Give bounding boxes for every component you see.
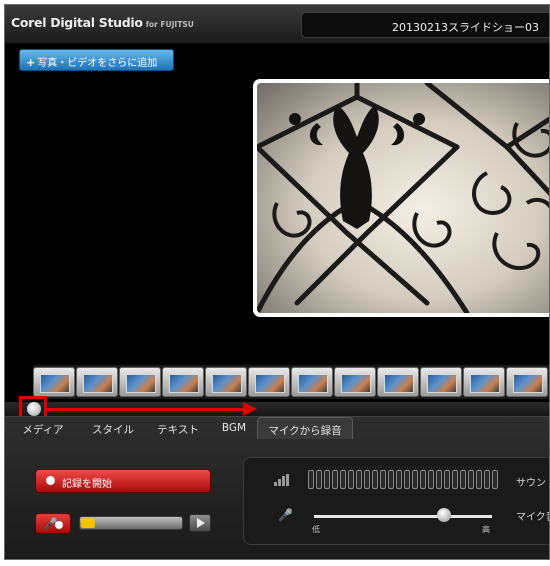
level-meter-segment xyxy=(388,470,394,489)
level-meter-segment xyxy=(372,470,378,489)
highlight-arrow xyxy=(47,408,245,411)
slide-thumbnail[interactable] xyxy=(334,367,376,397)
sound-label: サウンド xyxy=(516,478,549,489)
level-meter-segment xyxy=(452,470,458,489)
plus-icon: + xyxy=(26,56,36,69)
thumbnail-strip xyxy=(33,365,549,399)
audio-level-meter xyxy=(308,470,498,489)
bottom-panel: メディア スタイル テキスト BGM マイクから録音 記録を開始 🎤 サウン 🎤… xyxy=(5,416,549,559)
slide-thumbnail[interactable] xyxy=(205,367,247,397)
start-recording-button[interactable]: 記録を開始 xyxy=(35,469,211,493)
slide-thumbnail[interactable] xyxy=(162,367,204,397)
app-window: Corel Digital Studio for FUJITSU 20130213… xyxy=(4,4,550,560)
preview-frame xyxy=(253,79,549,317)
volume-low-label: 低 xyxy=(312,525,320,534)
add-media-button[interactable]: + 写真・ビデオをさらに追加 xyxy=(19,49,174,71)
level-meter-segment xyxy=(356,470,362,489)
tab-style[interactable]: スタイル xyxy=(81,417,145,439)
slide-thumbnail[interactable] xyxy=(463,367,505,397)
slide-thumbnail[interactable] xyxy=(248,367,290,397)
mic-record-button[interactable]: 🎤 xyxy=(35,513,71,534)
level-meter-segment xyxy=(428,470,434,489)
slide-thumbnail[interactable] xyxy=(291,367,333,397)
level-meter-segment xyxy=(484,470,490,489)
level-meter-segment xyxy=(324,470,330,489)
level-meter-segment xyxy=(460,470,466,489)
tab-bgm[interactable]: BGM xyxy=(211,417,257,439)
slide-thumbnail[interactable] xyxy=(119,367,161,397)
arrow-head-icon xyxy=(243,402,257,416)
ironwork-photo xyxy=(257,83,549,313)
signal-level-icon xyxy=(274,474,289,486)
level-meter-segment xyxy=(412,470,418,489)
play-button[interactable] xyxy=(189,514,211,532)
audio-settings-panel: サウンド 🎤 低 高 マイク音 xyxy=(243,457,549,545)
level-meter-segment xyxy=(492,470,498,489)
volume-high-label: 高 xyxy=(482,525,490,534)
brand-name: Corel Digital Studio xyxy=(11,15,143,30)
tab-mic-record[interactable]: マイクから録音 xyxy=(257,417,353,439)
record-dot-icon xyxy=(46,476,55,485)
level-meter-segment xyxy=(476,470,482,489)
level-meter-segment xyxy=(404,470,410,489)
tab-text[interactable]: テキスト xyxy=(145,417,211,439)
level-meter-segment xyxy=(316,470,322,489)
title-bar: Corel Digital Studio for FUJITSU 20130213… xyxy=(5,5,549,43)
level-meter-segment xyxy=(364,470,370,489)
project-title-field[interactable]: 20130213スライドショー03 xyxy=(301,12,549,38)
panel-tabs: メディア スタイル テキスト BGM マイクから録音 xyxy=(5,417,353,439)
level-meter-segment xyxy=(468,470,474,489)
record-dot-icon xyxy=(55,521,63,529)
app-brand: Corel Digital Studio for FUJITSU xyxy=(11,15,194,30)
level-meter-segment xyxy=(396,470,402,489)
level-meter-segment xyxy=(444,470,450,489)
brand-suffix: for FUJITSU xyxy=(145,20,194,29)
add-media-label: 写真・ビデオをさらに追加 xyxy=(37,58,158,69)
slide-thumbnail[interactable] xyxy=(506,367,548,397)
level-meter-segment xyxy=(420,470,426,489)
slide-thumbnail[interactable] xyxy=(76,367,118,397)
mic-volume-slider-knob[interactable] xyxy=(436,508,451,522)
playback-progress-bar[interactable] xyxy=(79,516,183,530)
mic-volume-slider[interactable] xyxy=(314,515,492,518)
tab-media[interactable]: メディア xyxy=(5,417,81,439)
level-meter-segment xyxy=(380,470,386,489)
level-meter-segment xyxy=(348,470,354,489)
level-meter-segment xyxy=(340,470,346,489)
playback-progress-fill xyxy=(81,518,96,528)
mic-volume-label: マイク音 xyxy=(516,512,549,523)
level-meter-segment xyxy=(332,470,338,489)
microphone-icon: 🎤 xyxy=(278,508,293,522)
slide-thumbnail[interactable] xyxy=(33,367,75,397)
slide-thumbnail[interactable] xyxy=(377,367,419,397)
start-recording-label: 記録を開始 xyxy=(62,479,112,490)
slide-thumbnail[interactable] xyxy=(420,367,462,397)
preview-image xyxy=(257,83,549,313)
level-meter-segment xyxy=(436,470,442,489)
level-meter-segment xyxy=(308,470,314,489)
